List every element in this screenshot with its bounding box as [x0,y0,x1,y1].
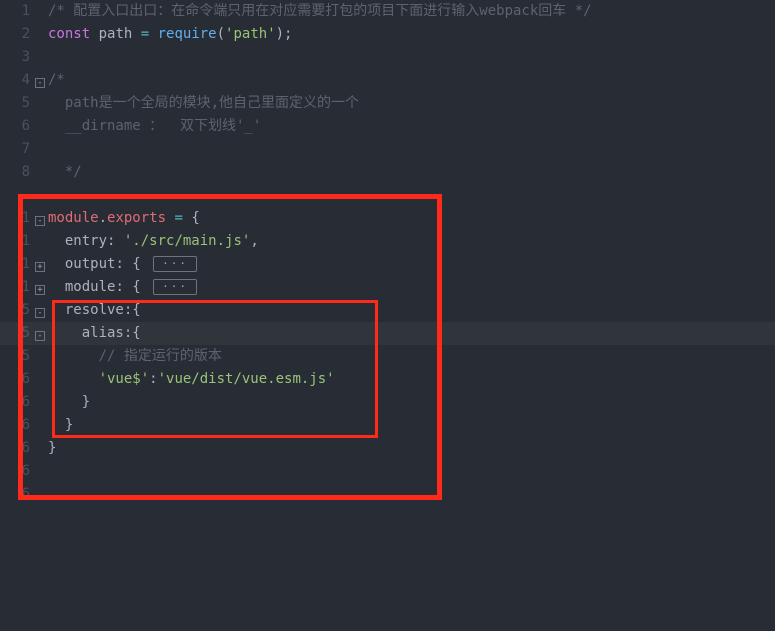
fold-toggle-icon[interactable]: - [35,308,45,318]
code-line[interactable]: entry: './src/main.js', [48,230,775,253]
punct: } [48,394,90,410]
line-number: 7 [0,138,30,161]
function-call: require [149,26,216,42]
fold-toggle-icon[interactable]: - [35,216,45,226]
code-line[interactable] [48,138,775,161]
comment-text: /* 配置入口出口：在命令端只用在对应需要打包的项目下面进行输入webpack回… [48,3,592,19]
operator: = [174,210,182,226]
line-number: 5 [0,92,30,115]
punct: : { [115,256,149,272]
code-line[interactable]: /* [48,69,775,92]
line-number: 6 [0,437,30,460]
line-number: 1 [0,276,30,299]
code-line[interactable] [48,460,775,483]
string: 'vue$' [48,371,149,387]
string: 'vue/dist/vue.esm.js' [158,371,335,387]
code-line[interactable] [48,184,775,207]
property: entry [48,233,107,249]
code-line[interactable]: module.exports = { [48,207,775,230]
code-line[interactable]: __dirname ： 双下划线'_' [48,115,775,138]
code-line[interactable]: output: { ··· [48,253,775,276]
fold-toggle-icon[interactable]: - [35,331,45,341]
code-line[interactable]: } [48,391,775,414]
punct: ); [276,26,293,42]
line-number: 8 [0,161,30,184]
fold-placeholder[interactable]: ··· [153,279,197,295]
property: output [48,256,115,272]
code-line[interactable]: resolve:{ [48,299,775,322]
code-line[interactable]: path是一个全局的模块,他自己里面定义的一个 [48,92,775,115]
punct: : { [115,279,149,295]
punct: : [107,233,124,249]
punct: :{ [124,302,141,318]
line-number: 1 [0,0,30,23]
variable: path [90,26,141,42]
line-number: 6 [0,391,30,414]
punct: . [99,210,107,226]
property: alias [48,325,124,341]
code-line[interactable]: */ [48,161,775,184]
code-line[interactable] [48,46,775,69]
comment-text: */ [48,164,82,180]
code-line[interactable]: 'vue$':'vue/dist/vue.esm.js' [48,368,775,391]
line-number: 1 [0,207,30,230]
line-number: 5 [0,345,30,368]
punct: { [183,210,200,226]
line-number: 6 [0,115,30,138]
line-number: 6 [0,414,30,437]
line-number: 2 [0,23,30,46]
comment-text: // 指定运行的版本 [48,348,222,364]
code-line[interactable]: } [48,437,775,460]
punct: :{ [124,325,141,341]
fold-toggle-icon[interactable]: + [35,262,45,272]
line-number: 1 [0,253,30,276]
comment-text: __dirname ： 双下划线'_' [48,118,261,134]
punct: } [48,440,56,456]
code-pane[interactable]: /* 配置入口出口：在命令端只用在对应需要打包的项目下面进行输入webpack回… [48,0,775,631]
fold-toggle-icon[interactable]: + [35,285,45,295]
code-line[interactable]: // 指定运行的版本 [48,345,775,368]
line-number: 1 [0,230,30,253]
line-number: 6 [0,483,30,506]
punct: , [250,233,258,249]
code-line[interactable]: /* 配置入口出口：在命令端只用在对应需要打包的项目下面进行输入webpack回… [48,0,775,23]
string: './src/main.js' [124,233,250,249]
identifier: exports [107,210,174,226]
line-number: 4 [0,69,30,92]
line-number: 5 [0,299,30,322]
property: module [48,279,115,295]
fold-gutter: - - + + - - [34,0,48,631]
line-number: 6 [0,460,30,483]
code-editor[interactable]: 1 2 3 4 5 6 7 8 1 1 1 1 5 5 5 6 6 6 6 6 … [0,0,775,631]
identifier: module [48,210,99,226]
code-line[interactable]: alias:{ [48,322,775,345]
code-line[interactable]: } [48,414,775,437]
code-line[interactable] [48,483,775,506]
punct: ( [217,26,225,42]
comment-text: path是一个全局的模块,他自己里面定义的一个 [48,95,359,111]
punct: : [149,371,157,387]
line-number: 3 [0,46,30,69]
punct: } [48,417,73,433]
fold-toggle-icon[interactable]: - [35,78,45,88]
line-number [0,184,30,207]
line-number: 6 [0,368,30,391]
code-line[interactable]: module: { ··· [48,276,775,299]
string: 'path' [225,26,276,42]
comment-text: /* [48,72,73,88]
code-line[interactable]: const path = require('path'); [48,23,775,46]
fold-placeholder[interactable]: ··· [153,256,197,272]
line-gutter: 1 2 3 4 5 6 7 8 1 1 1 1 5 5 5 6 6 6 6 6 … [0,0,34,631]
keyword: const [48,26,90,42]
operator: = [141,26,149,42]
property: resolve [48,302,124,318]
